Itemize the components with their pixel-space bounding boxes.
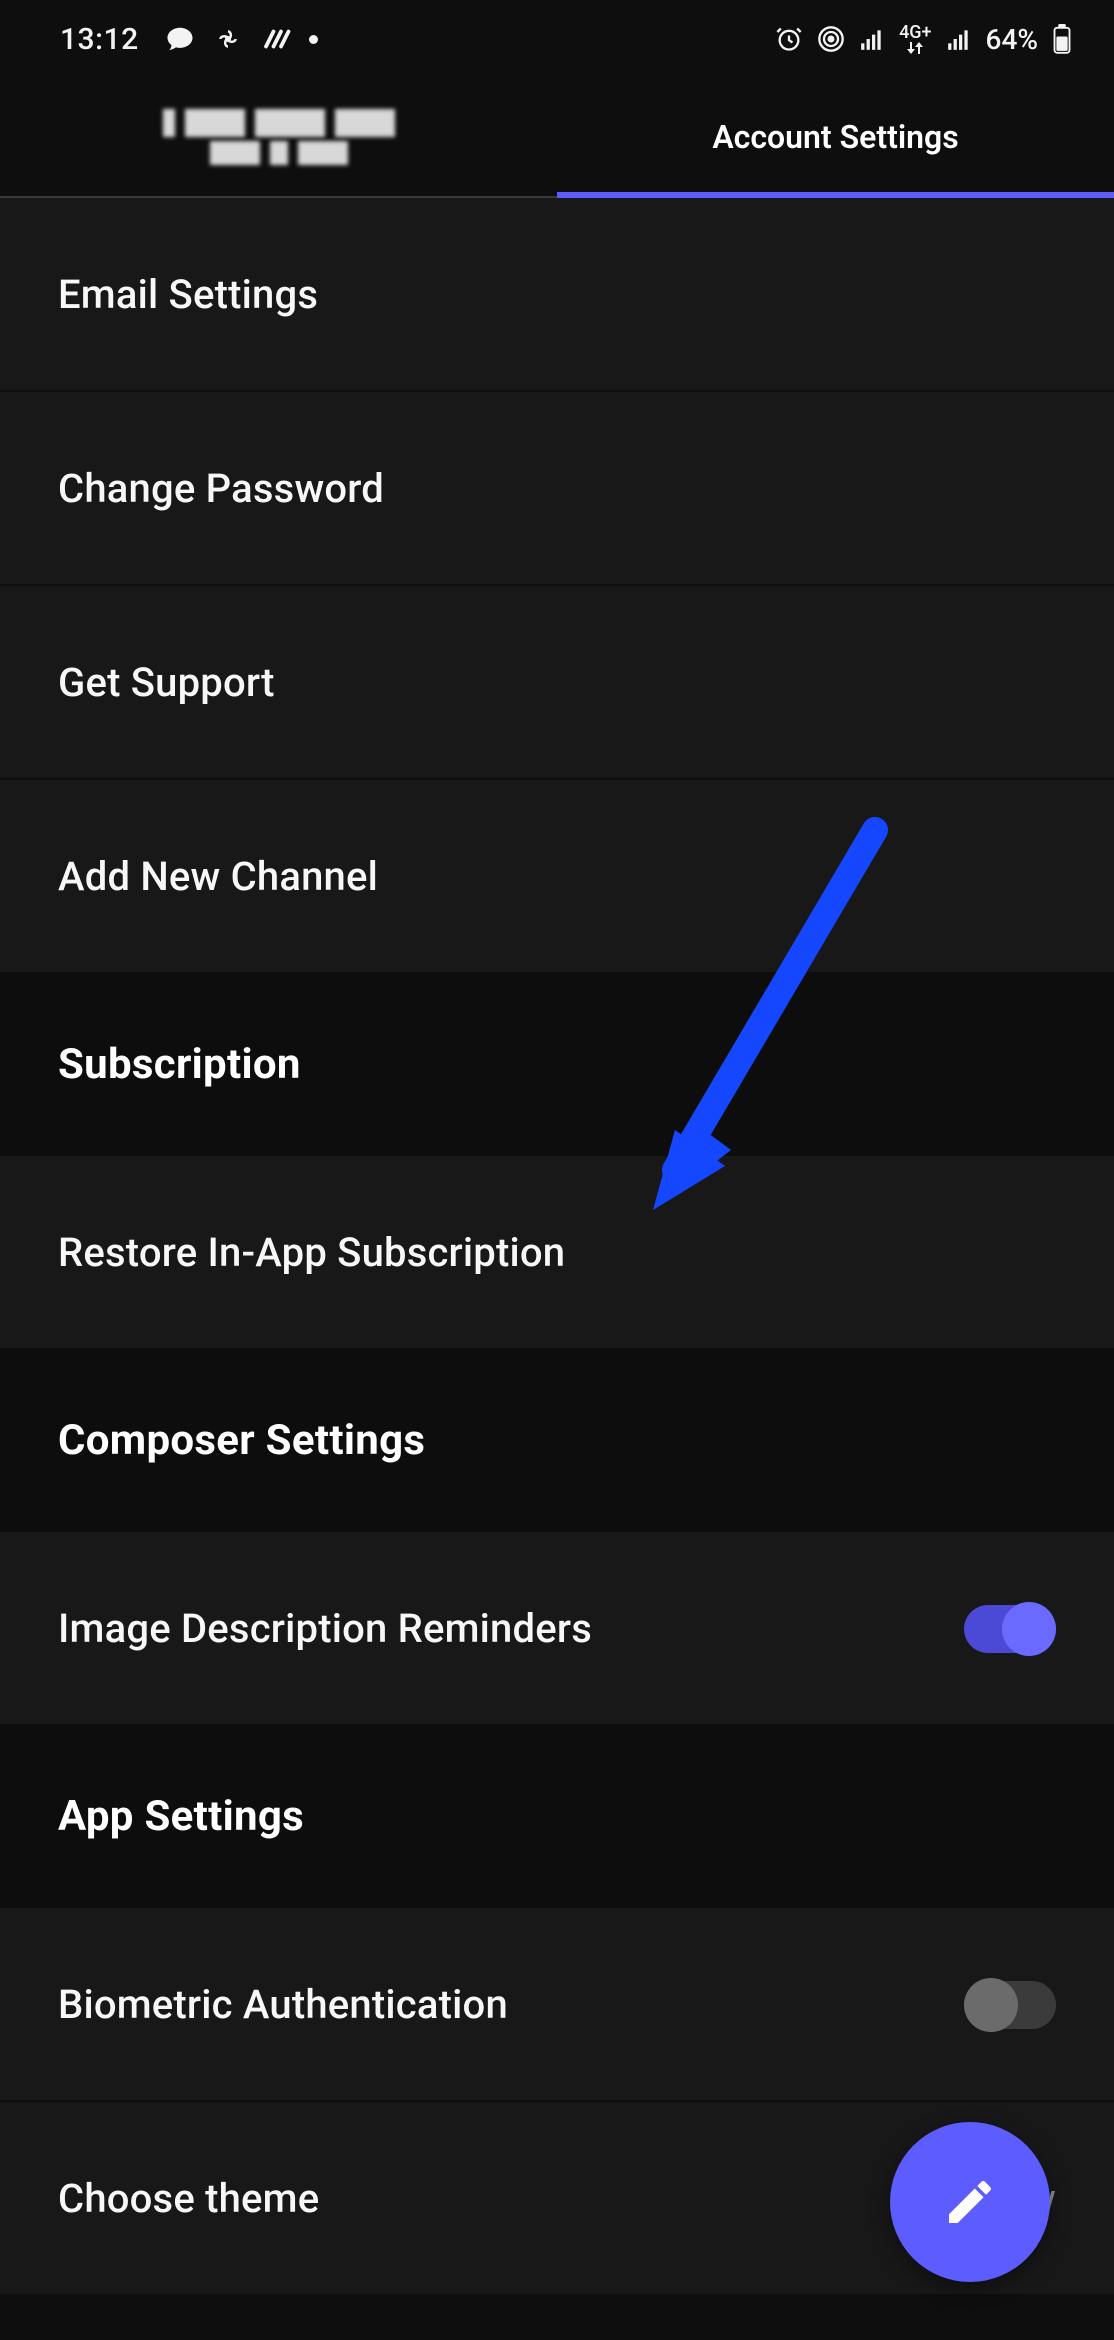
compose-fab[interactable] (890, 2122, 1050, 2282)
fan-icon (213, 24, 243, 54)
signal-icon-2 (946, 26, 972, 52)
chat-bubble-icon (165, 24, 195, 54)
signal-icon-1 (859, 26, 885, 52)
row-biometric-authentication[interactable]: Biometric Authentication (0, 1908, 1114, 2100)
redacted-username (163, 109, 395, 137)
section-app-settings: App Settings (0, 1724, 1114, 1908)
tab-user-profile[interactable] (0, 78, 557, 196)
toggle-knob (964, 1978, 1018, 2032)
tab-account-settings[interactable]: Account Settings (557, 78, 1114, 196)
battery-percentage: 64% (986, 23, 1038, 56)
status-left: 13:12 (60, 22, 318, 57)
lines-icon (261, 24, 291, 54)
row-label: Image Description Reminders (58, 1605, 592, 1652)
tab-account-settings-label: Account Settings (712, 118, 958, 156)
pencil-icon (942, 2174, 998, 2230)
row-restore-subscription[interactable]: Restore In-App Subscription (0, 1156, 1114, 1348)
more-indicator-dot (309, 35, 318, 44)
toggle-knob (1002, 1602, 1056, 1656)
battery-icon (1052, 24, 1072, 54)
network-type-text: 4G+ (899, 24, 931, 42)
row-get-support[interactable]: Get Support (0, 586, 1114, 778)
status-right: 4G+ 64% (775, 23, 1072, 56)
section-title: App Settings (58, 1792, 304, 1841)
section-composer-settings: Composer Settings (0, 1348, 1114, 1532)
row-image-description-reminders[interactable]: Image Description Reminders (0, 1532, 1114, 1724)
status-time: 13:12 (60, 22, 139, 57)
hotspot-icon (817, 25, 845, 53)
section-subscription: Subscription (0, 972, 1114, 1156)
row-change-password[interactable]: Change Password (0, 392, 1114, 584)
row-label: Choose theme (58, 2175, 319, 2222)
settings-list: Email Settings Change Password Get Suppo… (0, 198, 1114, 2294)
row-label: Change Password (58, 465, 384, 512)
status-bar: 13:12 4G+ 64% (0, 0, 1114, 78)
alarm-icon (775, 25, 803, 53)
tabs-header: Account Settings (0, 78, 1114, 198)
row-label: Add New Channel (58, 853, 378, 900)
row-email-settings[interactable]: Email Settings (0, 198, 1114, 390)
section-title: Composer Settings (58, 1416, 425, 1465)
row-add-new-channel[interactable]: Add New Channel (0, 780, 1114, 972)
toggle-biometric-authentication[interactable] (964, 1981, 1056, 2029)
row-label: Restore In-App Subscription (58, 1229, 565, 1276)
row-label: Email Settings (58, 271, 318, 318)
row-label: Get Support (58, 659, 275, 706)
section-title: Subscription (58, 1040, 301, 1089)
network-type-label: 4G+ (899, 24, 931, 54)
row-label: Biometric Authentication (58, 1981, 508, 2028)
redacted-handle (210, 141, 348, 165)
toggle-image-description-reminders[interactable] (964, 1605, 1056, 1653)
